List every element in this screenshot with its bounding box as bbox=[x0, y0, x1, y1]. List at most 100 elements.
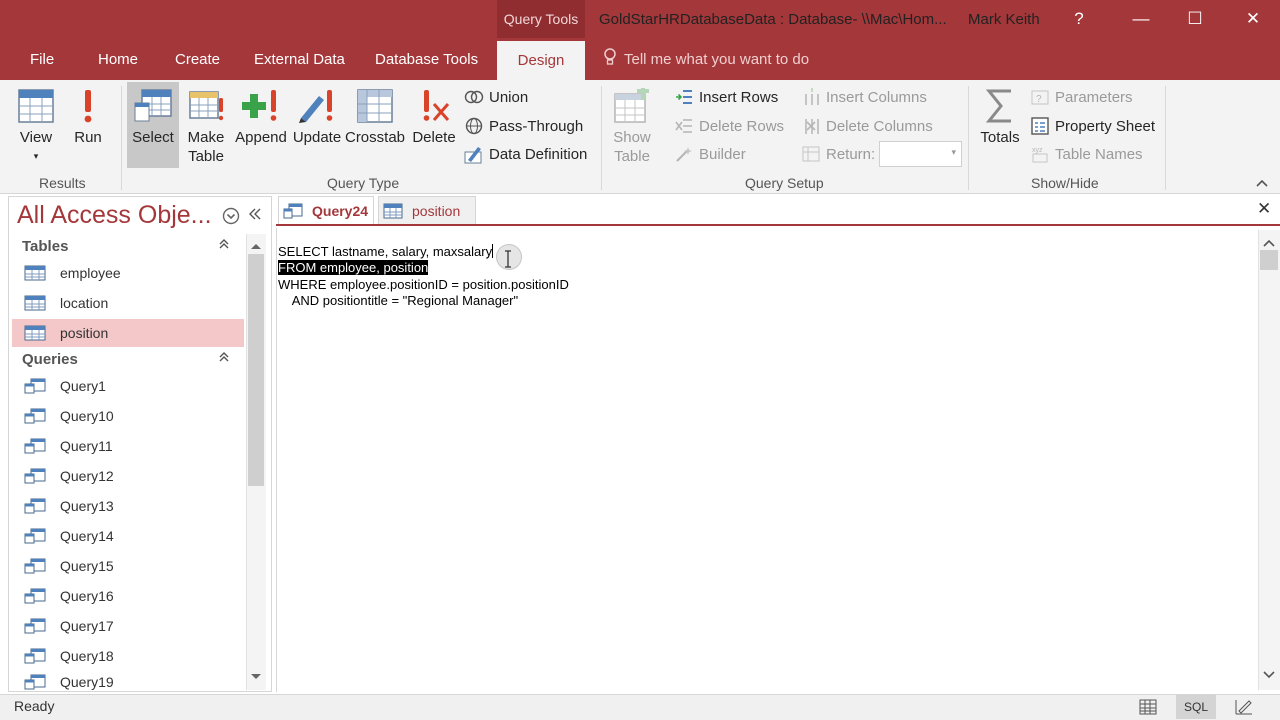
crosstab-icon bbox=[355, 84, 395, 128]
close-document-icon[interactable]: ✕ bbox=[1257, 199, 1271, 219]
minimize-button[interactable]: — bbox=[1118, 0, 1164, 38]
group-separator bbox=[1165, 86, 1166, 190]
nav-query-item[interactable]: Query13 bbox=[12, 492, 244, 520]
delete-rows-icon bbox=[674, 116, 694, 136]
shutter-bar-close-icon[interactable] bbox=[248, 207, 262, 226]
tab-query24[interactable]: Query24 bbox=[278, 196, 374, 224]
view-button[interactable]: View ▾ bbox=[14, 84, 58, 168]
builder-button[interactable]: Builder bbox=[674, 142, 746, 166]
data-definition-button[interactable]: Data Definition bbox=[464, 142, 587, 166]
sql-view-button[interactable]: SQL bbox=[1176, 695, 1216, 719]
collapse-ribbon-icon[interactable] bbox=[1256, 176, 1268, 190]
nav-item-label: Query15 bbox=[60, 558, 114, 574]
query-icon bbox=[24, 528, 46, 544]
nav-table-item[interactable]: employee bbox=[12, 259, 244, 287]
insert-rows-button[interactable]: Insert Rows bbox=[674, 85, 778, 109]
make-table-button[interactable]: Make Table bbox=[183, 84, 229, 170]
close-window-button[interactable]: ✕ bbox=[1230, 0, 1276, 38]
exclamation-icon bbox=[68, 84, 108, 128]
return-combo[interactable]: ▾ bbox=[879, 141, 962, 167]
nav-table-item[interactable]: position bbox=[12, 319, 244, 347]
nav-query-item[interactable]: Query17 bbox=[12, 612, 244, 640]
sql-line[interactable]: AND positiontitle = "Regional Manager" bbox=[278, 293, 518, 309]
nav-query-item[interactable]: Query19 bbox=[12, 672, 244, 692]
group-separator bbox=[601, 86, 602, 190]
sql-scrollbar-thumb[interactable] bbox=[1260, 250, 1278, 270]
select-query-button[interactable]: Select bbox=[127, 82, 179, 168]
tab-file[interactable]: File bbox=[30, 38, 54, 80]
delete-rows-label: Delete Rows bbox=[699, 117, 785, 135]
delete-query-button[interactable]: Delete bbox=[410, 84, 458, 170]
sql-line[interactable]: WHERE employee.positionID = position.pos… bbox=[278, 277, 569, 293]
tab-external-data[interactable]: External Data bbox=[254, 38, 345, 80]
builder-label: Builder bbox=[699, 145, 746, 163]
help-button[interactable]: ? bbox=[1056, 0, 1102, 38]
make-table-icon bbox=[186, 84, 226, 128]
append-button[interactable]: Append bbox=[233, 84, 289, 170]
scroll-down-icon[interactable] bbox=[250, 668, 262, 686]
tab-home[interactable]: Home bbox=[98, 38, 138, 80]
nav-table-item[interactable]: location bbox=[12, 289, 244, 317]
collapse-queries-icon[interactable] bbox=[218, 351, 230, 366]
tab-position[interactable]: position bbox=[378, 196, 476, 224]
pass-through-button[interactable]: Pass-Through bbox=[464, 114, 583, 138]
property-sheet-label: Property Sheet bbox=[1055, 117, 1156, 135]
union-icon bbox=[464, 87, 484, 107]
delete-columns-button[interactable]: Delete Columns bbox=[801, 114, 933, 138]
scroll-up-icon[interactable] bbox=[250, 237, 262, 255]
nav-query-item[interactable]: Query14 bbox=[12, 522, 244, 550]
insert-columns-button[interactable]: Insert Columns bbox=[801, 85, 927, 109]
nav-query-item[interactable]: Query11 bbox=[12, 432, 244, 460]
update-label: Update bbox=[292, 129, 342, 146]
run-button[interactable]: Run bbox=[68, 84, 108, 168]
tell-me-search[interactable]: Tell me what you want to do bbox=[604, 38, 809, 80]
design-view-icon[interactable] bbox=[1230, 695, 1258, 719]
totals-label: Totals bbox=[980, 129, 1020, 146]
nav-query-item[interactable]: Query15 bbox=[12, 552, 244, 580]
tab-create[interactable]: Create bbox=[175, 38, 220, 80]
maximize-button[interactable]: ☐ bbox=[1172, 0, 1218, 38]
collapse-tables-icon[interactable] bbox=[218, 238, 230, 253]
nav-query-item[interactable]: Query12 bbox=[12, 462, 244, 490]
nav-pane-title[interactable]: All Access Obje... bbox=[17, 201, 212, 230]
parameters-button[interactable]: ? Parameters bbox=[1030, 85, 1133, 109]
datasheet-view-icon[interactable] bbox=[1134, 695, 1162, 719]
query-icon bbox=[24, 588, 46, 604]
table-names-icon: xyz bbox=[1030, 144, 1050, 164]
sql-line[interactable]: SELECT lastname, salary, maxsalary bbox=[278, 244, 494, 260]
view-label: View bbox=[19, 129, 53, 146]
table-icon bbox=[24, 325, 46, 341]
nav-item-label: Query19 bbox=[60, 674, 114, 690]
nav-query-item[interactable]: Query10 bbox=[12, 402, 244, 430]
nav-menu-dropdown-icon[interactable] bbox=[222, 207, 240, 228]
nav-query-item[interactable]: Query1 bbox=[12, 372, 244, 400]
tab-design[interactable]: Design bbox=[497, 41, 585, 80]
sql-line-selected[interactable]: FROM employee, position bbox=[278, 260, 429, 276]
totals-button[interactable]: Totals bbox=[978, 84, 1022, 170]
tab-query24-label: Query24 bbox=[312, 202, 369, 219]
parameters-label: Parameters bbox=[1055, 88, 1133, 106]
sql-scrollbar[interactable] bbox=[1258, 230, 1280, 690]
nav-item-label: Query17 bbox=[60, 618, 114, 634]
show-hide-group-label: Show/Hide bbox=[1031, 175, 1099, 191]
delete-rows-button[interactable]: Delete Rows bbox=[674, 114, 784, 138]
show-table-button[interactable]: Show Table bbox=[610, 84, 654, 170]
user-name[interactable]: Mark Keith bbox=[968, 0, 1040, 38]
crosstab-label: Crosstab bbox=[344, 129, 406, 146]
nav-query-item[interactable]: Query16 bbox=[12, 582, 244, 610]
table-names-button[interactable]: xyz Table Names bbox=[1030, 142, 1143, 166]
nav-item-label: location bbox=[60, 295, 109, 311]
update-button[interactable]: Update bbox=[292, 84, 342, 170]
scroll-down-icon[interactable] bbox=[1263, 666, 1275, 684]
crosstab-button[interactable]: Crosstab bbox=[345, 84, 405, 170]
nav-group-queries[interactable]: Queries bbox=[22, 351, 78, 368]
tab-database-tools[interactable]: Database Tools bbox=[375, 38, 478, 80]
nav-query-item[interactable]: Query18 bbox=[12, 642, 244, 670]
datasheet-view-icon bbox=[16, 84, 56, 128]
property-sheet-icon bbox=[1030, 116, 1050, 136]
nav-group-tables[interactable]: Tables bbox=[22, 238, 68, 255]
union-button[interactable]: Union bbox=[464, 85, 528, 109]
nav-scrollbar-thumb[interactable] bbox=[248, 254, 264, 486]
property-sheet-button[interactable]: Property Sheet bbox=[1030, 114, 1155, 138]
query-icon bbox=[24, 558, 46, 574]
